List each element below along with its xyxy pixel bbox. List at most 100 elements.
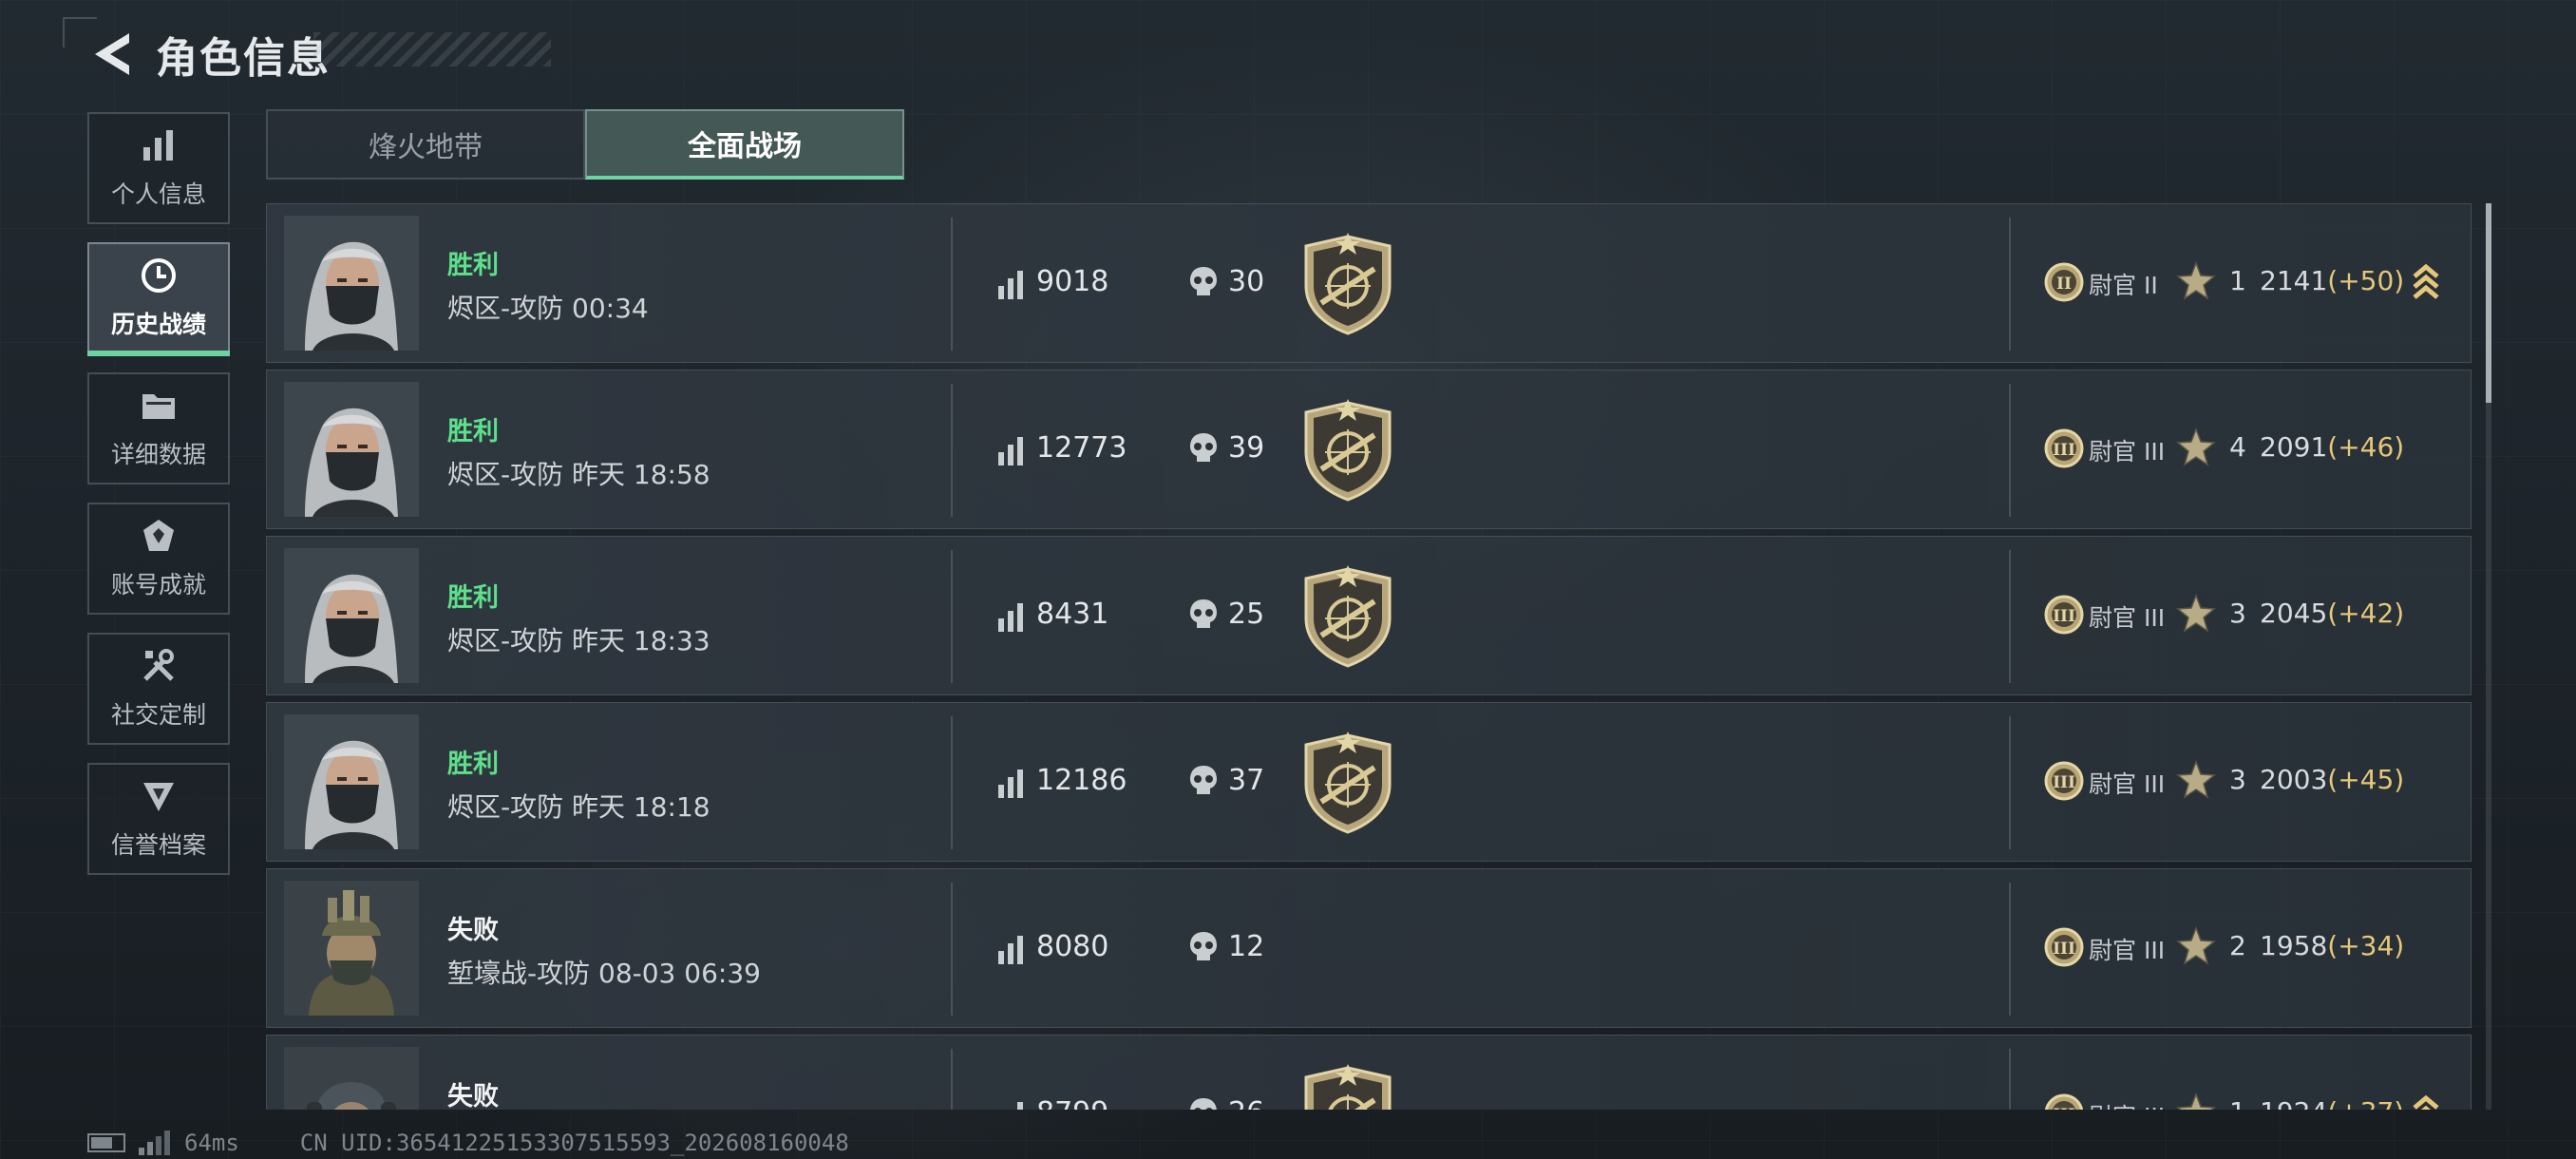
player-avatar (284, 548, 419, 683)
score-icon (996, 1102, 1025, 1110)
match-row[interactable]: 胜利 烬区-攻防 昨天 18:33 8431 25 III 尉官 III 3 2… (266, 536, 2472, 695)
svg-text:III: III (2053, 607, 2075, 626)
row-divider (951, 550, 953, 683)
sidebar-item-3[interactable]: 账号成就 (87, 503, 230, 615)
match-row[interactable]: 胜利 烬区-攻防 昨天 18:18 12186 37 III 尉官 III 3 … (266, 702, 2472, 862)
match-result: 失败 (447, 916, 499, 945)
points-value: 2091 (2260, 431, 2328, 463)
row-divider (2009, 218, 2011, 351)
star-icon (2176, 759, 2216, 804)
sidebar-item-1[interactable]: 历史战绩 (87, 242, 230, 356)
match-row[interactable]: 失败 8799 26 III 尉官 III 1 1924(+37) (266, 1035, 2472, 1110)
sniper-medal-icon (1300, 565, 1395, 672)
score-icon (996, 770, 1025, 802)
scrollbar-thumb[interactable] (2486, 203, 2491, 403)
sniper-medal-icon (1300, 1064, 1395, 1110)
rank-name: 尉官 III (2089, 937, 2166, 964)
page-title: 角色信息 (156, 34, 331, 83)
points-delta: (+34) (2327, 930, 2405, 961)
title-decoration (313, 32, 551, 66)
player-avatar (284, 216, 419, 351)
list-scrollbar[interactable] (2486, 203, 2491, 1110)
sidebar-item-5[interactable]: 信誉档案 (87, 763, 230, 875)
clock-icon (140, 256, 178, 298)
points-value: 2045 (2260, 598, 2328, 629)
sidebar-item-label: 历史战绩 (110, 311, 206, 338)
score-icon (996, 271, 1025, 303)
rank-points: 2003(+45) (2260, 764, 2404, 795)
match-mode-time: 烬区-攻防 昨天 18:58 (447, 459, 710, 490)
achievement-icon (140, 517, 178, 559)
sidebar-item-0[interactable]: 个人信息 (87, 112, 230, 224)
sidebar-item-label: 信誉档案 (110, 831, 206, 859)
row-divider (2009, 550, 2011, 683)
row-divider (951, 384, 953, 517)
skull-icon (1188, 265, 1219, 303)
match-result: 失败 (447, 1082, 499, 1110)
sidebar-item-label: 详细数据 (110, 441, 206, 468)
uid-text: CN UID:3654122515330751559​3_20260816004… (299, 1130, 849, 1156)
tab-0[interactable]: 烽火地带 (266, 109, 585, 180)
rank-badge-icon: III (2043, 428, 2085, 473)
match-history-list[interactable]: 胜利 烬区-攻防 00:34 9018 30 II 尉官 II 1 2141(+… (266, 203, 2472, 1110)
sidebar-item-4[interactable]: 社交定制 (87, 633, 230, 745)
row-divider (2009, 716, 2011, 849)
points-delta: (+50) (2327, 265, 2405, 296)
tab-1[interactable]: 全面战场 (585, 109, 904, 180)
rank-name: 尉官 III (2089, 1098, 2165, 1110)
match-kills: 39 (1228, 431, 1265, 465)
credit-icon (140, 777, 178, 819)
star-icon (2176, 260, 2216, 305)
back-button[interactable] (85, 28, 139, 81)
match-kills: 12 (1228, 930, 1265, 963)
match-mode-time: 烬区-攻防 00:34 (447, 293, 649, 324)
points-delta: (+45) (2327, 764, 2405, 795)
skull-icon (1188, 598, 1219, 636)
match-row[interactable]: 失败 堑壕战-攻防 08-03 06:39 8080 12 III 尉官 III… (266, 868, 2472, 1028)
rank-up-icon (2412, 261, 2440, 307)
tools-icon (140, 647, 178, 689)
rank-badge-icon: III (2043, 926, 2085, 972)
sidebar-item-label: 社交定制 (110, 701, 206, 729)
rank-up-icon (2412, 1092, 2440, 1110)
match-row[interactable]: 胜利 烬区-攻防 昨天 18:58 12773 39 III 尉官 III 4 … (266, 370, 2472, 529)
rank-points: 2091(+46) (2260, 431, 2404, 463)
row-divider (951, 716, 953, 849)
rank-badge-icon: III (2043, 760, 2085, 806)
match-row[interactable]: 胜利 烬区-攻防 00:34 9018 30 II 尉官 II 1 2141(+… (266, 203, 2472, 363)
match-result: 胜利 (447, 750, 499, 779)
sniper-medal-icon (1300, 233, 1395, 339)
rank-name: 尉官 III (2089, 770, 2166, 798)
sniper-medal-icon (1300, 732, 1395, 838)
points-value: 2141 (2260, 265, 2328, 296)
rank-name: 尉官 III (2089, 438, 2166, 466)
row-divider (2009, 1049, 2011, 1110)
sidebar-item-label: 个人信息 (110, 180, 206, 208)
points-value: 1958 (2260, 930, 2328, 961)
rank-badge-icon: III (2043, 1092, 2085, 1110)
status-bar: 64ms CN UID:3654122515330751559​3_202608… (87, 1129, 849, 1157)
score-icon (996, 437, 1025, 469)
rank-points: 1958(+34) (2260, 930, 2404, 961)
row-divider (951, 218, 953, 351)
score-icon (996, 936, 1025, 968)
rank-name: 尉官 III (2089, 604, 2166, 632)
skull-icon (1188, 431, 1219, 469)
skull-icon (1188, 930, 1219, 968)
points-delta: (+46) (2327, 431, 2405, 463)
match-mode-time: 烬区-攻防 昨天 18:18 (447, 791, 710, 823)
player-avatar (284, 714, 419, 849)
star-icon (2176, 427, 2216, 471)
svg-text:III: III (2053, 940, 2075, 959)
match-score: 12773 (1036, 431, 1127, 465)
sidebar-item-2[interactable]: 详细数据 (87, 372, 230, 484)
match-score: 12186 (1036, 764, 1127, 797)
skull-icon (1188, 1096, 1219, 1110)
row-divider (2009, 384, 2011, 517)
match-mode-time: 烬区-攻防 昨天 18:33 (447, 625, 710, 656)
rank-badge-icon: III (2043, 594, 2085, 639)
match-kills: 25 (1228, 598, 1265, 631)
star-count: 1 (2229, 1096, 2246, 1110)
match-result: 胜利 (447, 583, 499, 613)
star-count: 3 (2229, 598, 2246, 629)
